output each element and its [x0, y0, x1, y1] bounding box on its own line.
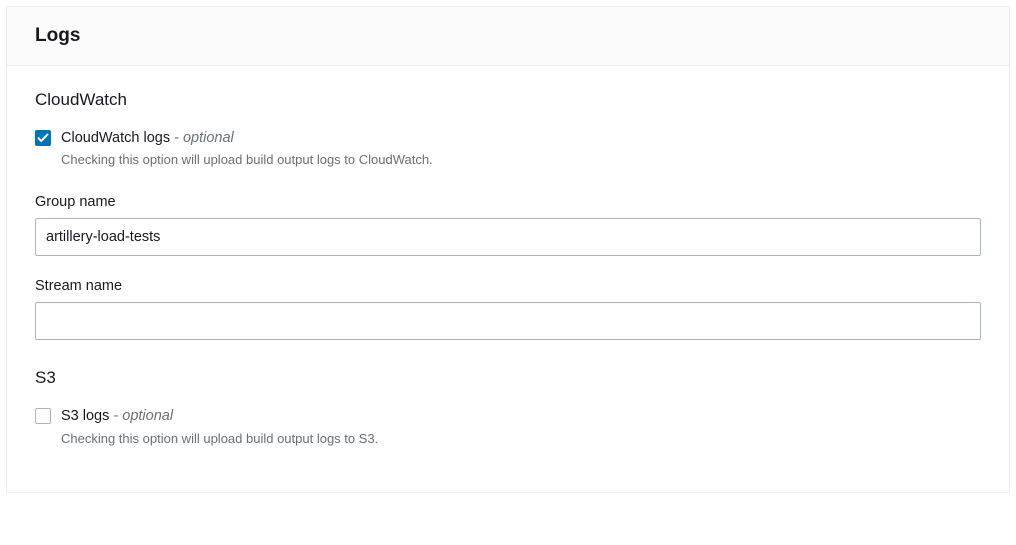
s3-logs-optional: - optional	[109, 408, 173, 424]
cloudwatch-logs-label[interactable]: CloudWatch logs - optional	[61, 128, 433, 148]
s3-heading: S3	[35, 368, 981, 388]
stream-name-label: Stream name	[35, 278, 981, 294]
cloudwatch-logs-description: Checking this option will upload build o…	[61, 150, 433, 170]
s3-logs-label-text: S3 logs	[61, 408, 109, 424]
cloudwatch-logs-label-text: CloudWatch logs	[61, 130, 170, 146]
panel-body: CloudWatch CloudWatch logs - optional Ch…	[7, 66, 1009, 492]
cloudwatch-logs-checkbox[interactable]	[35, 130, 51, 146]
group-name-field: Group name	[35, 194, 981, 256]
cloudwatch-logs-checkbox-row: CloudWatch logs - optional Checking this…	[35, 128, 981, 170]
panel-header: Logs	[7, 7, 1009, 66]
logs-panel: Logs CloudWatch CloudWatch logs - option…	[6, 6, 1010, 493]
stream-name-field: Stream name	[35, 278, 981, 340]
cloudwatch-section: CloudWatch CloudWatch logs - optional Ch…	[35, 90, 981, 340]
group-name-label: Group name	[35, 194, 981, 210]
s3-logs-description: Checking this option will upload build o…	[61, 429, 378, 449]
s3-section: S3 S3 logs - optional Checking this opti…	[35, 368, 981, 448]
cloudwatch-logs-label-group: CloudWatch logs - optional Checking this…	[61, 128, 433, 170]
cloudwatch-logs-optional: - optional	[170, 130, 234, 146]
group-name-input[interactable]	[35, 218, 981, 256]
check-icon	[37, 132, 49, 144]
s3-logs-checkbox[interactable]	[35, 408, 51, 424]
s3-logs-label[interactable]: S3 logs - optional	[61, 406, 378, 426]
stream-name-input[interactable]	[35, 302, 981, 340]
s3-logs-label-group: S3 logs - optional Checking this option …	[61, 406, 378, 448]
cloudwatch-heading: CloudWatch	[35, 90, 981, 110]
s3-logs-checkbox-row: S3 logs - optional Checking this option …	[35, 406, 981, 448]
panel-title: Logs	[35, 25, 981, 47]
